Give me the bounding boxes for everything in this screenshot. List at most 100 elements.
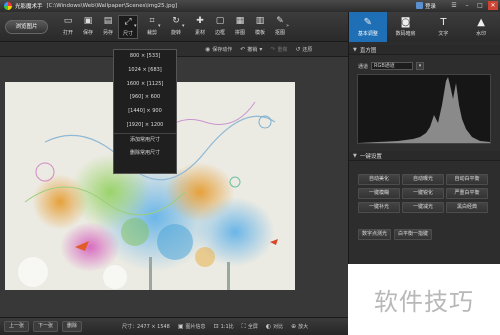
one-click-section-header[interactable]: ▼ 一键设置: [349, 151, 500, 161]
collage-icon: ▦: [235, 16, 245, 26]
next-image-button[interactable]: 下一张: [33, 321, 59, 332]
add-common-size-item[interactable]: 添加常用尺寸: [114, 132, 176, 147]
digital-darkroom-icon: ◙: [400, 17, 411, 28]
auto-beautify-button[interactable]: 自动美化: [358, 174, 400, 185]
border-icon: ▢: [215, 16, 225, 26]
tool-border[interactable]: ▢ 边框: [210, 15, 230, 39]
title-bar: 光影魔术手 [C:\Windows\Web\Wallpaper\Scenes\i…: [0, 0, 500, 12]
template-icon: ▥: [255, 16, 265, 26]
crop-dropdown-icon[interactable]: ▾: [158, 23, 166, 39]
canvas-area: 800 × [533] 1024 × [683] 1600 × [1125] […: [0, 49, 348, 317]
auto-white-balance-button[interactable]: 自动白平衡: [446, 174, 488, 185]
fullscreen-icon: ⛶: [241, 322, 246, 330]
actual-size-button[interactable]: ⊡ 1:1比: [214, 323, 234, 330]
size-option[interactable]: 1024 × [683]: [114, 64, 176, 78]
more-tools-icon[interactable]: »: [286, 23, 294, 39]
file-path: [C:\Windows\Web\Wallpaper\Scenes\img25.j…: [46, 3, 178, 9]
text-icon: T: [440, 17, 447, 28]
histogram-plot: [358, 77, 490, 143]
save-action-button[interactable]: ◉ 保存动作: [205, 46, 232, 53]
right-panel-tabs: ✎ 基本调整 ◙ 数码暗房 T 文字 ▲ 水印: [349, 12, 500, 42]
reduce-light-button[interactable]: 一键减光: [402, 202, 444, 213]
main-toolbar: 浏览图片 ▭ 打开 ▣ 保存 ▤ 另存 ⤢ 尺寸 ▾ ⌗ 裁剪 ▾ ↻ 旋转 ▾ ✚ 素材 ▢…: [0, 12, 348, 42]
tool-material[interactable]: ✚ 素材: [190, 15, 210, 39]
save-icon: ▣: [83, 16, 93, 26]
app-logo-icon: [4, 2, 12, 10]
tool-open[interactable]: ▭ 打开: [58, 15, 78, 39]
channel-dropdown-icon[interactable]: ▾: [416, 62, 425, 70]
login-button[interactable]: 登录: [415, 2, 436, 10]
tool-template[interactable]: ▥ 模板: [250, 15, 270, 39]
tool-list: ▭ 打开 ▣ 保存 ▤ 另存 ⤢ 尺寸 ▾ ⌗ 裁剪 ▾ ↻ 旋转 ▾ ✚ 素材 ▢ 边框 ▦ 拼…: [58, 15, 294, 39]
size-option[interactable]: 1600 × [1125]: [114, 78, 176, 92]
status-bar: 上一张 下一张 删除 尺寸：2477 × 1548 ▣ 图片信息 ⊡ 1:1比 ⛶ 全…: [0, 317, 348, 335]
minimize-icon[interactable]: –: [462, 1, 472, 10]
resize-icon: ⤢: [124, 17, 132, 27]
watermark-text: 软件技巧: [374, 288, 474, 316]
close-icon[interactable]: ✕: [488, 1, 498, 10]
spot-metering-button[interactable]: 数字点测光: [358, 229, 392, 240]
image-size-info: 尺寸：2477 × 1548: [122, 324, 170, 330]
image-info-button[interactable]: ▣ 图片信息: [178, 323, 206, 330]
tab-text[interactable]: T 文字: [425, 12, 463, 42]
prev-image-button[interactable]: 上一张: [4, 321, 30, 332]
strict-white-balance-button[interactable]: 严重白平衡: [446, 188, 488, 199]
tab-watermark[interactable]: ▲ 水印: [462, 12, 500, 42]
channel-label: 通道: [358, 63, 369, 70]
info-icon: ▣: [177, 323, 184, 330]
size-dropdown-menu: 800 × [533] 1024 × [683] 1600 × [1125] […: [113, 49, 177, 174]
window-controls: 登录 ☰ – □ ✕: [415, 1, 498, 10]
print-icon: ✎: [276, 16, 284, 26]
size-option[interactable]: [1440] × 900: [114, 105, 176, 119]
resize-dropdown-icon[interactable]: ▾: [134, 23, 142, 39]
fullscreen-button[interactable]: ⛶ 全屏: [242, 323, 258, 331]
watermark-overlay: 软件技巧: [348, 264, 500, 335]
tab-basic-adjust[interactable]: ✎ 基本调整: [349, 12, 387, 42]
tool-collage[interactable]: ▦ 拼图: [230, 15, 250, 39]
histogram-section-header[interactable]: ▼ 直方图: [349, 45, 500, 55]
login-label: 登录: [424, 3, 436, 10]
channel-select[interactable]: RGB通道: [371, 62, 414, 70]
fill-light-button[interactable]: 一键补光: [358, 202, 400, 213]
crop-icon: ⌗: [149, 16, 155, 26]
material-icon: ✚: [196, 16, 204, 26]
zoom-button[interactable]: ⊕ 放大: [291, 323, 308, 330]
app-name: 光影魔术手: [15, 4, 43, 10]
size-option[interactable]: [960] × 600: [114, 91, 176, 105]
record-icon: ◉: [205, 45, 211, 53]
maximize-icon[interactable]: □: [475, 1, 485, 10]
delete-button[interactable]: 删除: [62, 321, 83, 332]
size-option[interactable]: [1920] × 1200: [114, 119, 176, 133]
delete-common-size-item[interactable]: 删除常用尺寸: [114, 147, 176, 161]
browse-images-button[interactable]: 浏览图片: [5, 20, 48, 34]
metering-buttons: 数字点测光 白平衡一指键: [358, 229, 433, 240]
size-option[interactable]: 800 × [533]: [114, 50, 176, 64]
ratio-icon: ⊡: [213, 323, 219, 330]
compare-icon: ◐: [265, 323, 272, 330]
redo-button[interactable]: ↷ 重做: [270, 46, 287, 53]
rotate-icon: ↻: [172, 16, 180, 26]
histogram-controls: 通道 RGB通道 ▾: [358, 62, 425, 70]
one-click-buttons: 自动美化 自动曝光 自动白平衡 一键模糊 一键锐化 严重白平衡 一键补光 一键减…: [358, 174, 488, 213]
one-click-blur-button[interactable]: 一键模糊: [358, 188, 400, 199]
redo-icon: ↷: [270, 45, 276, 53]
restore-button[interactable]: ↺ 还原: [295, 46, 312, 53]
tool-save-as[interactable]: ▤ 另存: [98, 15, 118, 39]
auto-exposure-button[interactable]: 自动曝光: [402, 174, 444, 185]
white-balance-picker-button[interactable]: 白平衡一指键: [394, 229, 433, 240]
tab-digital-darkroom[interactable]: ◙ 数码暗房: [387, 12, 425, 42]
compare-button[interactable]: ◐ 对比: [266, 323, 283, 330]
app-window: 光影魔术手 [C:\Windows\Web\Wallpaper\Scenes\i…: [0, 0, 500, 335]
one-click-sharpen-button[interactable]: 一键锐化: [402, 188, 444, 199]
collapse-icon: ▼: [353, 152, 357, 159]
undo-button[interactable]: ↶ 撤销 ▾: [240, 46, 262, 53]
watermark-icon: ▲: [477, 17, 485, 28]
menu-icon[interactable]: ☰: [449, 1, 459, 10]
open-icon: ▭: [63, 16, 73, 26]
classic-bw-button[interactable]: 黑白经典: [446, 202, 488, 213]
restore-icon: ↺: [295, 45, 301, 53]
zoom-icon: ⊕: [291, 323, 297, 330]
rotate-dropdown-icon[interactable]: ▾: [182, 23, 190, 39]
tool-save[interactable]: ▣ 保存: [78, 15, 98, 39]
undo-icon: ↶: [240, 45, 246, 53]
